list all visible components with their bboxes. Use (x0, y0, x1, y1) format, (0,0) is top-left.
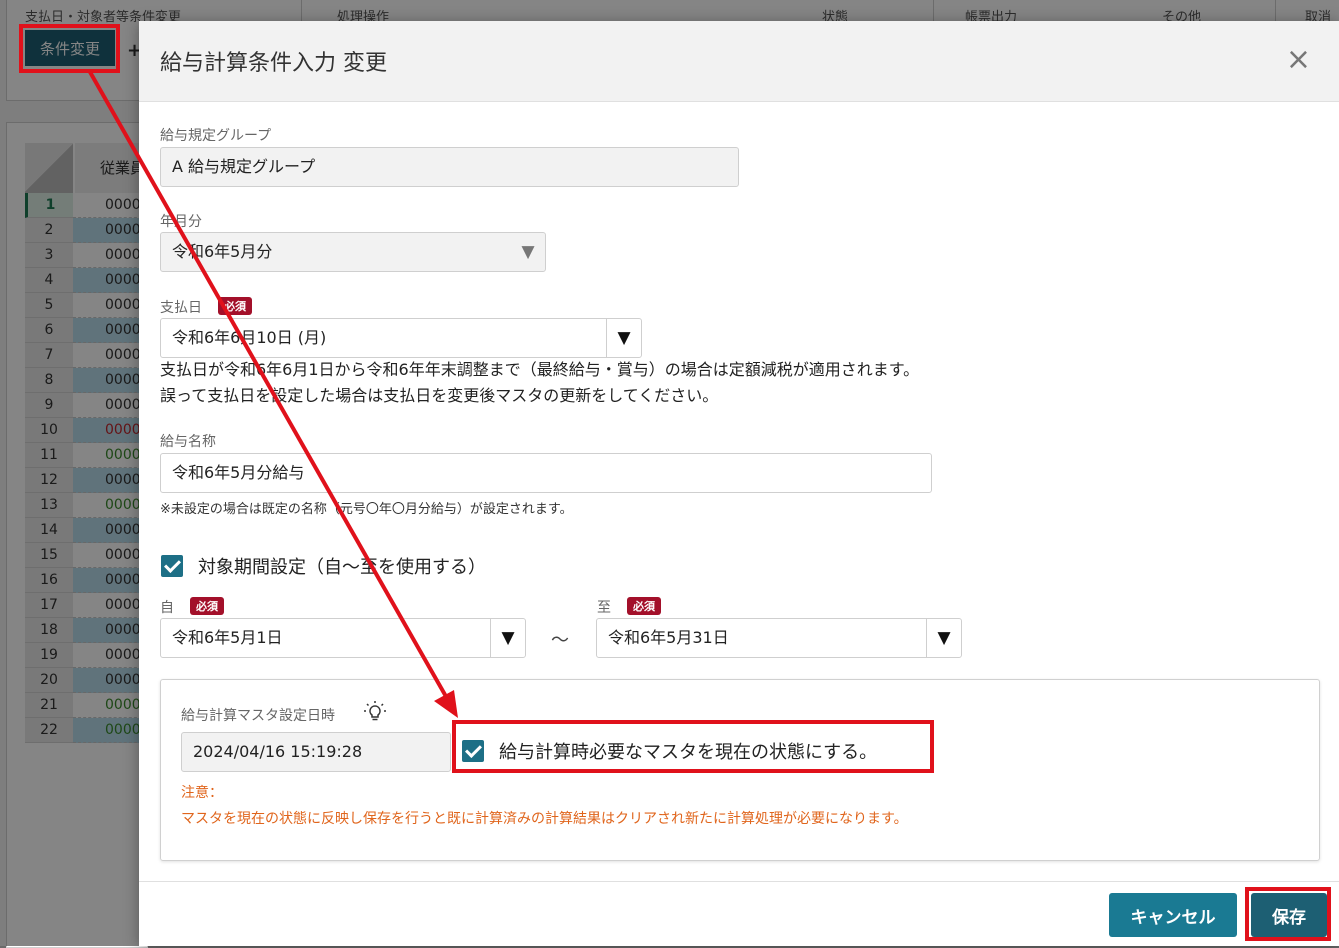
paydate-field[interactable]: 令和6年6月10日 (月) ▼ (160, 318, 642, 358)
warning-title: 注意： (181, 785, 223, 801)
paydate-note-2: 誤って支払日を設定した場合は支払日を変更後マスタの更新をしてください。 (160, 386, 719, 405)
required-badge: 必須 (218, 297, 252, 315)
month-select[interactable]: 令和6年5月分 ▼ (160, 232, 546, 272)
name-field[interactable]: 令和6年5月分給与 (160, 453, 932, 493)
period-checkbox-label: 対象期間設定（自～至を使用する） (198, 557, 486, 578)
chevron-down-icon: ▼ (521, 242, 535, 262)
dialog-title: 給与計算条件入力 変更 (160, 51, 387, 76)
warning-text: マスタを現在の状態に反映し保存を行うと既に計算済みの計算結果はクリアされ新たに計… (181, 811, 908, 827)
required-badge: 必須 (190, 597, 224, 615)
highlight-condition-button (19, 24, 120, 73)
from-date-field[interactable]: 令和6年5月1日 ▼ (160, 618, 526, 658)
master-update-checkbox-label: 給与計算時必要なマスタを現在の状態にする。 (499, 742, 878, 763)
dialog-footer: キャンセル 保存 (139, 881, 1339, 947)
from-label: 自必須 (160, 597, 224, 617)
period-checkbox[interactable] (161, 555, 183, 577)
to-label: 至必須 (597, 597, 661, 617)
close-icon[interactable]: × (1286, 43, 1311, 77)
master-label: 給与計算マスタ設定日時 (181, 708, 335, 724)
chevron-down-icon[interactable]: ▼ (490, 619, 525, 657)
range-tilde: ～ (551, 630, 569, 651)
name-note: ※未設定の場合は既定の名称（元号〇年〇月分給与）が設定されます。 (160, 502, 573, 517)
month-label: 年月分 (160, 214, 202, 230)
master-settings-panel: 給与計算マスタ設定日時 2024/04/16 15:19:28 給与計算時必要な… (160, 679, 1320, 861)
name-label: 給与名称 (160, 434, 216, 450)
chevron-down-icon[interactable]: ▼ (926, 619, 961, 657)
group-field: A 給与規定グループ (160, 147, 739, 187)
payroll-condition-dialog: 給与計算条件入力 変更 × 給与規定グループ A 給与規定グループ 年月分 令和… (139, 21, 1339, 946)
dialog-header: 給与計算条件入力 変更 × (139, 21, 1339, 102)
to-date-field[interactable]: 令和6年5月31日 ▼ (596, 618, 962, 658)
required-badge: 必須 (627, 597, 661, 615)
lightbulb-icon[interactable] (363, 700, 387, 724)
cancel-button[interactable]: キャンセル (1109, 893, 1237, 937)
chevron-down-icon[interactable]: ▼ (606, 319, 641, 357)
paydate-label: 支払日 必須 (160, 297, 252, 317)
group-label: 給与規定グループ (160, 128, 272, 144)
save-button[interactable]: 保存 (1251, 893, 1327, 937)
paydate-note-1: 支払日が令和6年6月1日から令和6年年末調整まで（最終給与・賞与）の場合は定額減… (160, 360, 920, 379)
master-update-checkbox[interactable] (462, 740, 484, 762)
master-datetime-field: 2024/04/16 15:19:28 (181, 732, 451, 772)
